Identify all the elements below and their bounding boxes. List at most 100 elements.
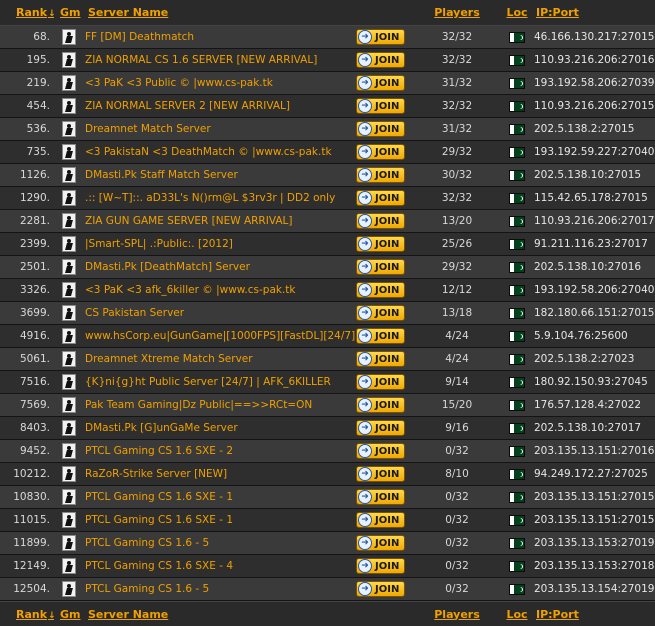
join-button[interactable]: ➜ JOIN [356, 75, 405, 91]
players-column-footer[interactable]: Players [412, 608, 502, 621]
ip-port-cell[interactable]: 115.42.65.178:27015 [532, 192, 655, 204]
ip-port-cell[interactable]: 202.5.138.10:27015 [532, 169, 655, 181]
join-button[interactable]: ➜ JOIN [356, 489, 405, 505]
server-name-link[interactable]: DMasti.Pk Staff Match Server [84, 169, 356, 181]
join-button[interactable]: ➜ JOIN [356, 328, 405, 344]
ip-port-cell[interactable]: 110.93.216.206:27015 [532, 100, 655, 112]
server-name-link[interactable]: PTCL Gaming CS 1.6 SXE - 2 [84, 445, 356, 457]
ip-port-cell[interactable]: 203.135.13.151:27015 [532, 491, 655, 503]
gm-column-header[interactable]: Gm [54, 6, 84, 19]
ip-port-cell[interactable]: 203.135.13.151:27015 [532, 514, 655, 526]
join-icon: ➜ [358, 53, 372, 67]
join-button[interactable]: ➜ JOIN [356, 512, 405, 528]
ip-port-cell[interactable]: 110.93.216.206:27016 [532, 54, 655, 66]
location-cell [502, 422, 532, 434]
ip-port-cell[interactable]: 203.135.13.151:27016 [532, 445, 655, 457]
ip-port-cell[interactable]: 193.192.58.206:27040 [532, 284, 655, 296]
join-button[interactable]: ➜ JOIN [356, 190, 405, 206]
join-button[interactable]: ➜ JOIN [356, 581, 405, 597]
table-row: 12149. PTCL Gaming CS 1.6 SXE - 4 ➜ JOIN 0/3… [0, 555, 655, 578]
join-button[interactable]: ➜ JOIN [356, 443, 405, 459]
server-name-link[interactable]: Dreamnet Match Server [84, 123, 356, 135]
join-button[interactable]: ➜ JOIN [356, 351, 405, 367]
server-name-link[interactable]: ZIA GUN GAME SERVER [NEW ARRIVAL] [84, 215, 356, 227]
ip-port-column-header[interactable]: IP:Port [532, 6, 655, 19]
join-button[interactable]: ➜ JOIN [356, 52, 405, 68]
join-icon: ➜ [358, 513, 372, 527]
join-button[interactable]: ➜ JOIN [356, 374, 405, 390]
table-row: 10212. RaZoR-Strike Server [NEW] ➜ JOIN 8/10… [0, 463, 655, 486]
server-name-link[interactable]: DMasti.Pk [DeathMatch] Server [84, 261, 356, 273]
join-button[interactable]: ➜ JOIN [356, 282, 405, 298]
join-button[interactable]: ➜ JOIN [356, 121, 405, 137]
join-button[interactable]: ➜ JOIN [356, 236, 405, 252]
server-name-link[interactable]: PTCL Gaming CS 1.6 SXE - 1 [84, 514, 356, 526]
server-name-link[interactable]: ZIA NORMAL CS 1.6 SERVER [NEW ARRIVAL] [84, 54, 356, 66]
ip-port-cell[interactable]: 202.5.138.10:27016 [532, 261, 655, 273]
server-name-link[interactable]: <3 PaK <3 Public © |www.cs-pak.tk [84, 77, 356, 89]
join-button[interactable]: ➜ JOIN [356, 259, 405, 275]
location-cell [502, 468, 532, 480]
server-name-link[interactable]: ZIA NORMAL SERVER 2 [NEW ARRIVAL] [84, 100, 356, 112]
server-name-column-footer[interactable]: Server Name [84, 608, 356, 621]
ip-port-cell[interactable]: 91.211.116.23:27017 [532, 238, 655, 250]
rank-column-header[interactable]: Rank↓ [0, 6, 54, 19]
server-name-link[interactable]: RaZoR-Strike Server [NEW] [84, 468, 356, 480]
join-button[interactable]: ➜ JOIN [356, 466, 405, 482]
join-button[interactable]: ➜ JOIN [356, 305, 405, 321]
join-button[interactable]: ➜ JOIN [356, 558, 405, 574]
join-button[interactable]: ➜ JOIN [356, 397, 405, 413]
server-name-link[interactable]: PTCL Gaming CS 1.6 SXE - 4 [84, 560, 356, 572]
ip-port-cell[interactable]: 193.192.58.206:27039 [532, 77, 655, 89]
server-name-link[interactable]: PTCL Gaming CS 1.6 SXE - 1 [84, 491, 356, 503]
location-cell [502, 261, 532, 273]
join-button[interactable]: ➜ JOIN [356, 144, 405, 160]
server-name-link[interactable]: Dreamnet Xtreme Match Server [84, 353, 356, 365]
server-name-link[interactable]: <3 PakistaN <3 DeathMatch © |www.cs-pak.… [84, 146, 356, 158]
server-name-link[interactable]: PTCL Gaming CS 1.6 - 5 [84, 583, 356, 595]
ip-port-cell[interactable]: 203.135.13.154:27019 [532, 583, 655, 595]
ip-port-cell[interactable]: 182.180.66.151:27015 [532, 307, 655, 319]
join-label: JOIN [375, 307, 400, 319]
ip-port-cell[interactable]: 94.249.172.27:27025 [532, 468, 655, 480]
server-name-link[interactable]: <3 PaK <3 afk_6killer © |www.cs-pak.tk [84, 284, 356, 296]
gm-column-footer[interactable]: Gm [54, 608, 84, 621]
ip-port-cell[interactable]: 202.5.138.2:27015 [532, 123, 655, 135]
join-label: JOIN [375, 31, 400, 43]
ip-port-cell[interactable]: 202.5.138.10:27017 [532, 422, 655, 434]
join-button[interactable]: ➜ JOIN [356, 535, 405, 551]
players-column-header[interactable]: Players [412, 6, 502, 19]
ip-port-cell[interactable]: 176.57.128.4:27022 [532, 399, 655, 411]
ip-port-cell[interactable]: 193.192.59.227:27040 [532, 146, 655, 158]
ip-port-cell[interactable]: 203.135.13.153:27019 [532, 537, 655, 549]
join-icon: ➜ [358, 145, 372, 159]
server-name-link[interactable]: |Smart-SPL| .:Public:. [2012] [84, 238, 356, 250]
server-name-link[interactable]: Pak Team Gaming|Dz Public|==>>RCt=ON [84, 399, 356, 411]
game-cell [54, 351, 84, 367]
ip-port-cell[interactable]: 202.5.138.2:27023 [532, 353, 655, 365]
loc-column-footer[interactable]: Loc [502, 608, 532, 621]
server-name-link[interactable]: www.hsCorp.eu|GunGame|[1000FPS][FastDL][… [84, 330, 356, 342]
loc-column-header[interactable]: Loc [502, 6, 532, 19]
join-button[interactable]: ➜ JOIN [356, 98, 405, 114]
server-name-link[interactable]: CS Pakistan Server [84, 307, 356, 319]
ip-port-cell[interactable]: 46.166.130.217:27015 [532, 31, 655, 43]
ip-port-cell[interactable]: 110.93.216.206:27017 [532, 215, 655, 227]
ip-port-column-footer[interactable]: IP:Port [532, 608, 655, 621]
server-name-link[interactable]: DMasti.Pk [G]unGaMe Server [84, 422, 356, 434]
ip-port-cell[interactable]: 180.92.150.93:27045 [532, 376, 655, 388]
rank-column-footer[interactable]: Rank↓ [0, 608, 54, 621]
server-name-link[interactable]: {K}ni{g}ht Public Server [24/7] | AFK_6K… [84, 376, 356, 388]
server-name-link[interactable]: FF [DM] Deathmatch [84, 31, 356, 43]
ip-port-cell[interactable]: 5.9.104.76:25600 [532, 330, 655, 342]
server-name-link[interactable]: PTCL Gaming CS 1.6 - 5 [84, 537, 356, 549]
server-name-column-header[interactable]: Server Name [84, 6, 356, 19]
join-button[interactable]: ➜ JOIN [356, 167, 405, 183]
join-cell: ➜ JOIN [356, 282, 412, 298]
ip-port-cell[interactable]: 203.135.13.153:27018 [532, 560, 655, 572]
join-button[interactable]: ➜ JOIN [356, 213, 405, 229]
join-cell: ➜ JOIN [356, 374, 412, 390]
server-name-link[interactable]: .:: [W~T]::. aD33L's N()rm@L $3rv3r | DD… [84, 192, 356, 204]
join-button[interactable]: ➜ JOIN [356, 420, 405, 436]
join-button[interactable]: ➜ JOIN [356, 29, 405, 45]
